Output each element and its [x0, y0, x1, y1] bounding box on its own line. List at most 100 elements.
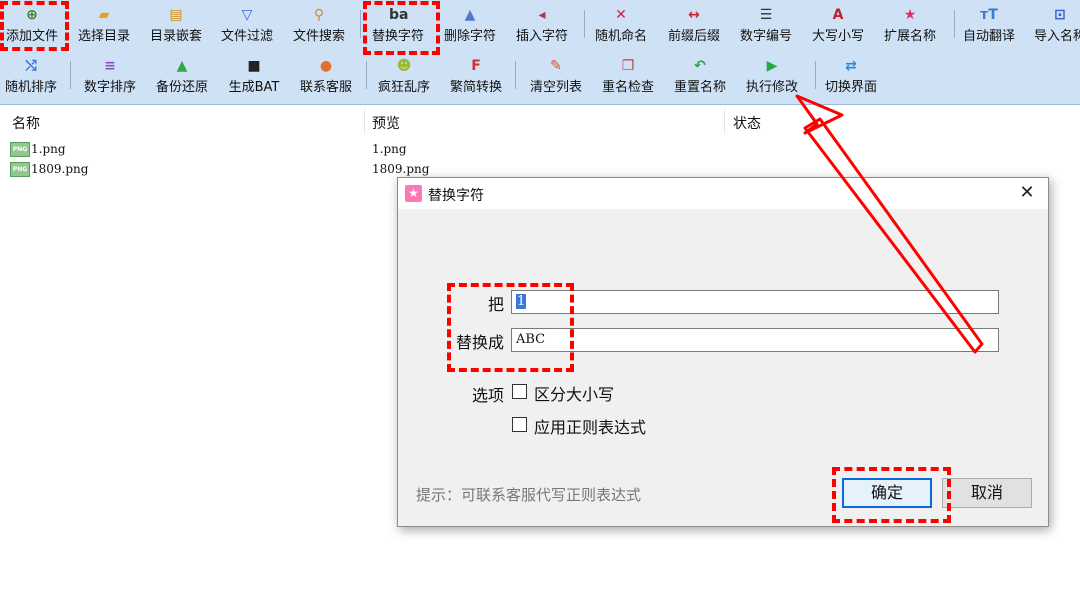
toolbar-button-label: 执行修改	[745, 80, 798, 95]
regex-checkbox[interactable]	[512, 417, 527, 432]
toolbar-button[interactable]: ▲ 删除字符	[440, 2, 500, 50]
toolbar-separator	[584, 10, 585, 38]
toolbar-button[interactable]: A 大写小写	[808, 2, 868, 50]
case-sensitive-checkbox[interactable]	[512, 384, 527, 399]
toolbar-button[interactable]: ✎ 清空列表	[526, 53, 586, 101]
toolbar-button[interactable]: ■ 生成BAT	[224, 53, 284, 101]
toolbar-separator	[815, 61, 816, 89]
toolbar-button-label: 导入名称	[1033, 29, 1080, 44]
list-item[interactable]: PNG 1.png 1.png	[0, 139, 1080, 159]
toolbar-button-label: 大写小写	[811, 29, 864, 44]
column-header-preview[interactable]: 预览	[372, 113, 400, 133]
toolbar-button-label: 备份还原	[155, 80, 208, 95]
toolbar-button[interactable]: ▽ 文件过滤	[217, 2, 277, 50]
toolbar-button[interactable]: ● 联系客服	[296, 53, 356, 101]
dialog-title: 替换字符	[428, 188, 484, 204]
toolbar-button[interactable]: ★ 扩展名称	[880, 2, 940, 50]
find-input-value: 1	[516, 294, 527, 309]
case-sensitive-label[interactable]: 区分大小写	[534, 381, 614, 405]
terminal-icon: ■	[247, 58, 261, 74]
column-divider	[724, 109, 725, 133]
options-label: 选项	[471, 386, 504, 405]
clear-icon: ✎	[550, 58, 562, 74]
toolbar-separator	[515, 61, 516, 89]
toolbar-button[interactable]: F 繁简转换	[446, 53, 506, 101]
regex-label[interactable]: 应用正则表达式	[534, 414, 646, 438]
toolbar-button[interactable]: тT 自动翻译	[959, 2, 1019, 50]
toolbar-button[interactable]: ba 替换字符	[368, 2, 428, 50]
cancel-button[interactable]: 取消	[942, 478, 1032, 508]
undo-icon: ↶	[694, 58, 706, 74]
toolbar-button[interactable]: ☻ 疯狂乱序	[374, 53, 434, 101]
toolbar: ⊕ 添加文件 ▰ 选择目录 ▤ 目录嵌套 ▽ 文件过滤 ⚲ 文件搜索 ba 替换字符 ▲ 删除字符 ◂ 插入字…	[0, 0, 1080, 105]
list-sort-icon: ≡	[104, 58, 116, 74]
toolbar-button-label: 重名检查	[601, 80, 654, 95]
toolbar-button-label: 选择目录	[77, 29, 130, 44]
switch-icon: ⇄	[845, 58, 857, 74]
toolbar-button-label: 重置名称	[673, 80, 726, 95]
import-icon: ⊡	[1054, 7, 1066, 23]
file-preview: 1.png	[372, 142, 407, 156]
file-name: 1809.png	[31, 162, 89, 176]
toolbar-separator	[360, 10, 361, 38]
delete-chars-icon: ▲	[464, 7, 476, 23]
case-icon: A	[832, 7, 844, 23]
toolbar-button[interactable]: ↶ 重置名称	[670, 53, 730, 101]
toolbar-button-label: 疯狂乱序	[377, 80, 430, 95]
toolbar-button-label: 生成BAT	[228, 80, 280, 95]
close-icon[interactable]: ✕	[1014, 181, 1040, 205]
toolbar-button-label: 自动翻译	[962, 29, 1015, 44]
toolbar-button-label: 文件过滤	[220, 29, 273, 44]
nested-folder-icon: ▤	[169, 7, 183, 23]
drive-icon: ▲	[176, 58, 188, 74]
toolbar-button[interactable]: ⚲ 文件搜索	[289, 2, 349, 50]
toolbar-separator	[954, 10, 955, 38]
toolbar-button[interactable]: ↔ 前缀后缀	[664, 2, 724, 50]
toolbar-button-label: 清空列表	[529, 80, 582, 95]
toolbar-button-label: 目录嵌套	[149, 29, 202, 44]
replace-input[interactable]: ABC	[511, 328, 999, 352]
toolbar-button[interactable]: ⇄ 切换界面	[821, 53, 881, 101]
numbered-list-icon: ☰	[759, 7, 773, 23]
f-icon: F	[471, 58, 481, 74]
toolbar-button[interactable]: ⊕ 添加文件	[2, 2, 62, 50]
crazy-icon: ☻	[396, 58, 412, 74]
file-name: 1.png	[31, 142, 66, 156]
toolbar-button[interactable]: ▰ 选择目录	[74, 2, 134, 50]
list-item[interactable]: PNG 1809.png 1809.png	[0, 159, 1080, 179]
duplicate-check-icon: ❐	[621, 58, 635, 74]
search-icon: ⚲	[313, 7, 325, 23]
toolbar-button-label: 替换字符	[371, 29, 424, 44]
toolbar-button[interactable]: ▲ 备份还原	[152, 53, 212, 101]
toolbar-button[interactable]: ✕ 随机命名	[591, 2, 651, 50]
toolbar-button[interactable]: ◂ 插入字符	[512, 2, 572, 50]
toolbar-button-label: 繁简转换	[449, 80, 502, 95]
toolbar-button-label: 插入字符	[515, 29, 568, 44]
find-input[interactable]: 1	[511, 290, 999, 314]
toolbar-button[interactable]: ▤ 目录嵌套	[146, 2, 206, 50]
toolbar-button-label: 切换界面	[824, 80, 877, 95]
toolbar-button[interactable]: ⤭ 随机排序	[1, 53, 61, 101]
toolbar-button[interactable]: ⊡ 导入名称	[1030, 2, 1080, 50]
toolbar-button-label: 文件搜索	[292, 29, 345, 44]
support-icon: ●	[319, 58, 333, 74]
hint-text: 提示：可联系客服代写正则表达式	[416, 486, 642, 504]
png-file-icon: PNG	[10, 162, 30, 177]
dialog-titlebar[interactable]: ★ 替换字符 ✕	[398, 178, 1048, 209]
toolbar-button[interactable]: ≡ 数字排序	[80, 53, 140, 101]
toolbar-button[interactable]: ☰ 数字编号	[736, 2, 796, 50]
toolbar-row-1: ⊕ 添加文件 ▰ 选择目录 ▤ 目录嵌套 ▽ 文件过滤 ⚲ 文件搜索 ba 替换字符 ▲ 删除字符 ◂ 插入字…	[0, 2, 1080, 52]
toolbar-button-label: 数字排序	[83, 80, 136, 95]
toolbar-button[interactable]: ❐ 重名检查	[598, 53, 658, 101]
prefix-suffix-icon: ↔	[688, 7, 700, 23]
toolbar-button-label: 数字编号	[739, 29, 792, 44]
replace-chars-icon: ba	[389, 7, 409, 23]
replace-label: 替换成	[455, 333, 504, 352]
toolbar-row-2: ⤭ 随机排序 ≡ 数字排序 ▲ 备份还原 ■ 生成BAT ● 联系客服 ☻ 疯狂乱序 F 繁简转换 ✎ 清空列…	[0, 53, 1080, 103]
toolbar-button[interactable]: ▶ 执行修改	[742, 53, 802, 101]
ok-button[interactable]: 确定	[842, 478, 932, 508]
add-file-icon: ⊕	[26, 7, 38, 23]
replace-chars-dialog: ★ 替换字符 ✕ 把 1 替换成 ABC 选项 区分大小写 应用正则表达式 提示…	[397, 177, 1049, 527]
column-header-name[interactable]: 名称	[12, 113, 40, 133]
column-header-status[interactable]: 状态	[733, 113, 761, 133]
